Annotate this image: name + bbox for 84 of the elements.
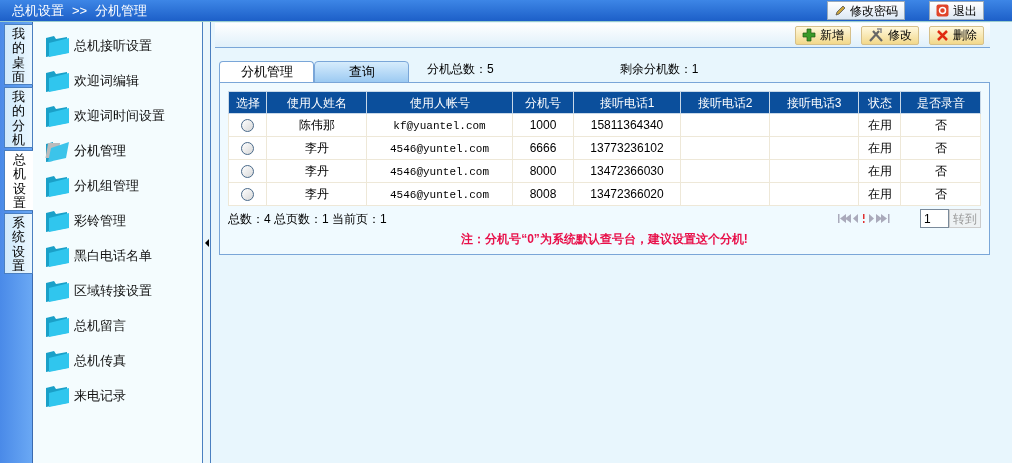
breadcrumb-separator: >> [72,1,88,20]
table-cell: 4546@yuntel.com [390,142,489,155]
table-cell: 8000 [529,164,557,178]
table-cell: 李丹 [304,164,329,178]
toolbar-button[interactable]: 删除 [929,25,984,45]
column-header: 接听电话2 [680,91,770,114]
menu-item[interactable]: 欢迎词编辑 [45,63,203,98]
remaining-extensions: 剩余分机数：1 [619,61,699,78]
side-tab[interactable]: 我的桌面 [4,24,33,85]
menu-item[interactable]: 分机组管理 [45,168,203,203]
side-tab[interactable]: 总机设置 [4,150,33,211]
column-header: 接听电话1 [573,91,681,114]
table-cell: 否 [934,164,947,178]
menu-item[interactable]: 黑白电话名单 [45,238,203,273]
table-cell: 13472366020 [590,187,664,201]
folder-icon [45,33,70,58]
table-cell: 否 [934,118,947,132]
breadcrumb-item[interactable]: 总机设置 [12,0,64,21]
table-cell: 4546@yuntel.com [390,165,489,178]
tools-icon [868,28,884,42]
row-radio[interactable] [241,188,254,202]
folder-icon [45,383,70,408]
menu-item[interactable]: 来电记录 [45,378,203,413]
folder-icon [45,243,70,268]
column-header: 使用人姓名 [266,91,367,114]
menu-item[interactable]: 总机传真 [45,343,203,378]
row-radio[interactable] [241,165,254,179]
table-cell: 李丹 [304,141,329,155]
table-cell: 13773236102 [590,141,664,155]
splitter[interactable] [203,22,211,463]
menu-item[interactable]: 分机管理 [45,133,203,168]
menu-item[interactable]: 总机留言 [45,308,203,343]
toolbar-button[interactable]: 修改 [861,25,919,45]
menu-item[interactable]: 区域转接设置 [45,273,203,308]
breadcrumb-item[interactable]: 分机管理 [95,0,148,21]
folder-icon [45,348,70,373]
column-header: 选择 [228,91,267,114]
folder-icon [45,68,70,93]
table-cell: 在用 [867,187,892,201]
folder-icon [45,103,70,128]
tab[interactable]: 查询 [314,61,409,83]
table-cell: 在用 [867,118,892,132]
menu-item[interactable]: 总机接听设置 [45,28,203,63]
side-tab[interactable]: 系统设置 [4,213,33,274]
folder-icon [45,208,70,233]
pagination-summary: 总数：4 总页数：1 当前页：1 [228,210,387,228]
table-cell: 13472366030 [590,164,664,178]
table-cell: 陈伟那 [298,118,335,132]
plus-icon [802,28,816,42]
menu-item[interactable]: 彩铃管理 [45,203,203,238]
toolbar-button[interactable]: 新增 [795,25,851,45]
column-header: 接听电话3 [769,91,859,114]
table-cell: 8008 [529,187,557,201]
side-tab[interactable]: 我的分机 [4,87,33,148]
table-cell: 6666 [529,141,557,155]
tab[interactable]: 分机管理 [219,61,314,83]
table-cell: 在用 [867,141,892,155]
column-header: 是否录音 [900,91,981,114]
column-header: 状态 [858,91,901,114]
table-cell: 否 [934,187,947,201]
table-cell: 否 [934,141,947,155]
extension-total: 分机总数：5 [427,61,494,78]
table-cell: 1000 [529,118,557,132]
table-cell: 15811364340 [590,118,664,132]
note-text: 注：分机号“0”为系统默认查号台，建议设置这个分机! [461,231,748,248]
table-cell: 4546@yuntel.com [390,188,489,201]
table-cell: 在用 [867,164,892,178]
folder-icon [45,173,70,198]
exit-icon [936,4,949,17]
folder-icon [45,313,70,338]
row-radio[interactable] [241,142,254,156]
change-password-button[interactable]: 修改密码 [827,1,905,20]
pencil-icon [834,4,846,17]
collapse-arrow-icon[interactable] [204,238,209,247]
delete-icon [936,28,949,42]
table-cell: kf@yuantel.com [393,119,486,132]
page-input[interactable]: 1 [920,209,949,228]
column-header: 分机号 [512,91,574,114]
row-radio[interactable] [241,119,254,133]
column-header: 使用人帐号 [366,91,513,114]
table-cell: 李丹 [304,187,329,201]
folder-icon [45,278,70,303]
logout-button[interactable]: 退出 [929,1,984,20]
menu-item[interactable]: 欢迎词时间设置 [45,98,203,133]
